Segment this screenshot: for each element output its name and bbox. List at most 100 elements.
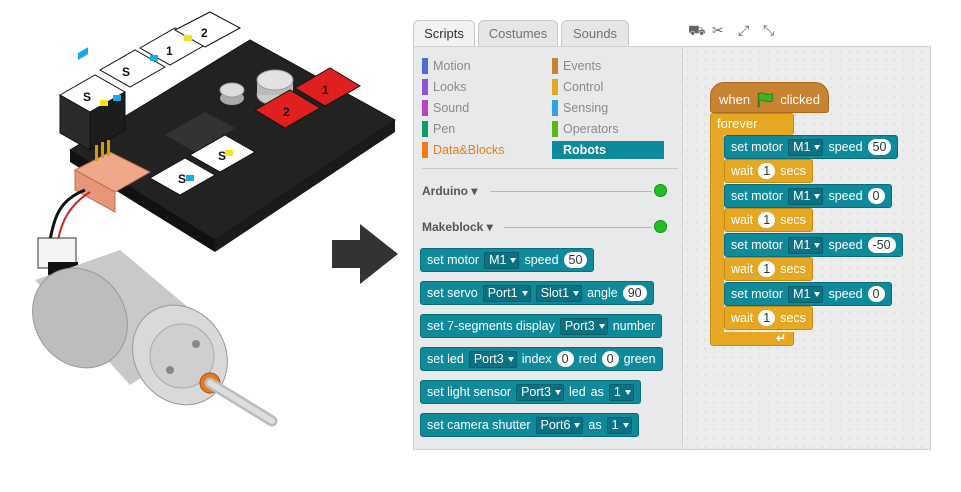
seconds-input[interactable]: 1 bbox=[758, 163, 776, 179]
block-text: set led bbox=[427, 352, 464, 366]
light-port-dropdown[interactable]: Port3 bbox=[516, 383, 564, 401]
category-operators[interactable]: Operators bbox=[552, 120, 619, 138]
dropdown-arrow-icon bbox=[554, 389, 561, 395]
svg-text:S: S bbox=[122, 65, 130, 79]
dropdown-arrow-icon bbox=[574, 422, 581, 428]
block-text: secs bbox=[780, 164, 806, 178]
block-set-led[interactable]: set led Port3 index 0 red 0 green bbox=[420, 347, 663, 371]
category-motion[interactable]: Motion bbox=[422, 57, 471, 75]
block-text: set motor bbox=[731, 189, 784, 203]
block-text: red bbox=[578, 352, 597, 366]
shrink-icon[interactable]: ⤡ bbox=[763, 22, 774, 39]
block-text: green bbox=[623, 352, 656, 366]
segments-port-dropdown[interactable]: Port3 bbox=[559, 317, 608, 335]
category-sensing[interactable]: Sensing bbox=[552, 99, 608, 117]
dropdown-arrow-icon bbox=[598, 323, 605, 329]
camera-value-dropdown[interactable]: 1 bbox=[606, 416, 632, 434]
block-set-servo[interactable]: set servo Port1 Slot1 angle 90 bbox=[420, 281, 654, 305]
section-makeblock[interactable]: Makeblock ▾ bbox=[422, 220, 652, 234]
svg-text:1: 1 bbox=[322, 83, 329, 97]
section-arduino[interactable]: Arduino ▾ bbox=[422, 184, 652, 198]
category-looks[interactable]: Looks bbox=[422, 78, 466, 96]
seconds-input[interactable]: 1 bbox=[758, 310, 776, 326]
forever-block[interactable]: forever bbox=[710, 113, 794, 135]
scissors-icon[interactable]: ✂ bbox=[712, 22, 724, 39]
speed-input[interactable]: 0 bbox=[867, 188, 885, 204]
script-wait[interactable]: wait 1 secs bbox=[724, 306, 813, 330]
block-text: forever bbox=[717, 116, 758, 131]
servo-slot-dropdown[interactable]: Slot1 bbox=[535, 284, 583, 302]
category-data-blocks[interactable]: Data&Blocks bbox=[422, 141, 505, 159]
seconds-input[interactable]: 1 bbox=[758, 212, 776, 228]
block-text: number bbox=[612, 319, 656, 333]
category-color-bar bbox=[422, 58, 428, 74]
svg-text:S: S bbox=[178, 172, 186, 186]
angle-input[interactable]: 90 bbox=[622, 285, 647, 301]
category-label: Events bbox=[563, 59, 602, 73]
block-text: wait bbox=[731, 311, 754, 325]
speed-input[interactable]: -50 bbox=[867, 237, 896, 253]
servo-port-dropdown[interactable]: Port1 bbox=[482, 284, 531, 302]
stamp-icon[interactable]: ⛟ bbox=[688, 22, 706, 41]
grow-icon[interactable]: ⤢ bbox=[738, 22, 749, 39]
led-port-dropdown[interactable]: Port3 bbox=[468, 350, 517, 368]
red-input[interactable]: 0 bbox=[601, 351, 619, 367]
dropdown-value: 1 bbox=[613, 384, 621, 399]
script-wait[interactable]: wait 1 secs bbox=[724, 257, 813, 281]
category-color-bar bbox=[552, 121, 558, 137]
right-arrow-icon bbox=[332, 224, 398, 289]
caret-down-icon: ▾ bbox=[471, 184, 478, 198]
block-text: set motor bbox=[731, 238, 784, 252]
motor-port-dropdown[interactable]: M1 bbox=[788, 187, 824, 205]
dropdown-arrow-icon bbox=[624, 389, 631, 395]
caret-down-icon: ▾ bbox=[486, 220, 493, 234]
block-set-7-segments[interactable]: set 7-segments display Port3 number bbox=[420, 314, 663, 338]
camera-port-dropdown[interactable]: Port6 bbox=[535, 416, 584, 434]
light-value-dropdown[interactable]: 1 bbox=[608, 383, 634, 401]
motor-port-dropdown[interactable]: M1 bbox=[484, 251, 520, 269]
tab-sounds[interactable]: Sounds bbox=[561, 20, 629, 47]
motor-port-dropdown[interactable]: M1 bbox=[788, 138, 824, 156]
block-text: clicked bbox=[780, 92, 820, 107]
script-set-motor[interactable]: set motor M1 speed -50 bbox=[724, 233, 903, 257]
section-label: Arduino bbox=[422, 184, 468, 198]
category-label: Pen bbox=[433, 122, 456, 136]
script-set-motor[interactable]: set motor M1 speed 0 bbox=[724, 184, 892, 208]
seconds-input[interactable]: 1 bbox=[758, 261, 776, 277]
index-input[interactable]: 0 bbox=[556, 351, 574, 367]
dropdown-arrow-icon bbox=[510, 257, 517, 263]
script-set-motor[interactable]: set motor M1 speed 0 bbox=[724, 282, 892, 306]
speed-input[interactable]: 0 bbox=[867, 286, 885, 302]
category-events[interactable]: Events bbox=[552, 57, 601, 75]
block-text: secs bbox=[780, 262, 806, 276]
block-text: speed bbox=[828, 140, 863, 154]
category-color-bar bbox=[422, 100, 428, 116]
block-set-camera-shutter[interactable]: set camera shutter Port6 as 1 bbox=[420, 413, 639, 437]
category-control[interactable]: Control bbox=[552, 78, 603, 96]
category-pen[interactable]: Pen bbox=[422, 120, 455, 138]
category-color-bar bbox=[552, 100, 558, 116]
motor-port-dropdown[interactable]: M1 bbox=[788, 285, 824, 303]
category-label: Sensing bbox=[563, 101, 609, 115]
motor-port-dropdown[interactable]: M1 bbox=[788, 236, 824, 254]
tab-scripts[interactable]: Scripts bbox=[413, 20, 475, 47]
green-flag-icon bbox=[757, 91, 773, 107]
category-robots[interactable]: Robots bbox=[552, 141, 664, 159]
section-rule bbox=[490, 191, 652, 192]
block-set-light-sensor[interactable]: set light sensor Port3 led as 1 bbox=[420, 380, 641, 404]
script-wait[interactable]: wait 1 secs bbox=[724, 208, 813, 232]
forever-block-arm bbox=[710, 133, 724, 333]
tab-costumes[interactable]: Costumes bbox=[478, 20, 558, 47]
speed-input[interactable]: 50 bbox=[867, 139, 892, 155]
speed-input[interactable]: 50 bbox=[563, 252, 588, 268]
svg-text:S: S bbox=[218, 149, 226, 163]
dropdown-value: M1 bbox=[793, 188, 811, 203]
dropdown-value: M1 bbox=[793, 286, 811, 301]
category-sound[interactable]: Sound bbox=[422, 99, 469, 117]
script-wait[interactable]: wait 1 secs bbox=[724, 159, 813, 183]
block-set-motor[interactable]: set motor M1 speed 50 bbox=[420, 248, 595, 272]
when-flag-clicked-block[interactable]: when clicked bbox=[710, 82, 829, 113]
dropdown-value: Port3 bbox=[473, 351, 504, 366]
script-set-motor[interactable]: set motor M1 speed 50 bbox=[724, 135, 899, 159]
category-color-bar bbox=[552, 58, 558, 74]
